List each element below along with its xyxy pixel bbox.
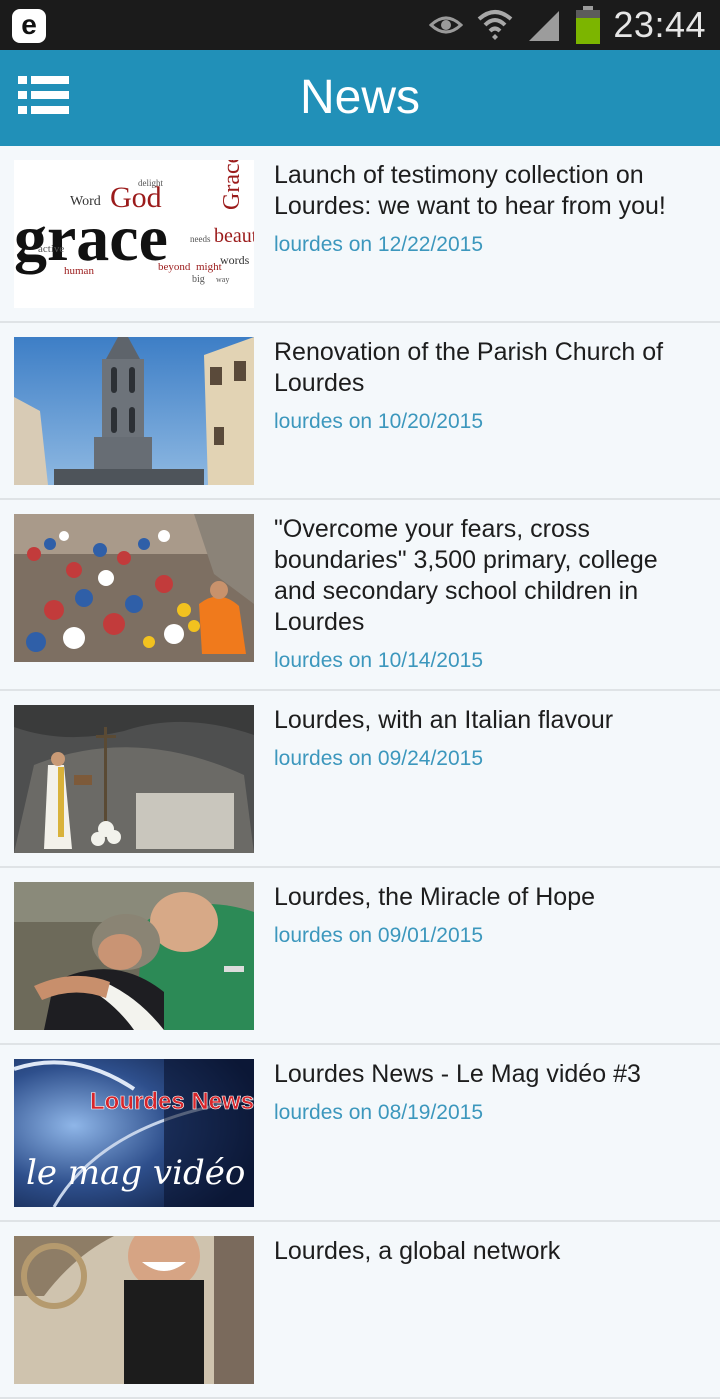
- video-subtitle-text: le mag vidéo: [26, 1153, 245, 1193]
- news-item[interactable]: Lourdes, the Miracle of Hope lourdes on …: [0, 868, 720, 1045]
- grotto-mass-image: [14, 705, 254, 853]
- news-title-text: Lourdes, the Miracle of Hope: [274, 883, 596, 911]
- news-title: Lourdes, a global network: [274, 1236, 700, 1275]
- news-item[interactable]: Renovation of the Parish Church of Lourd…: [0, 323, 720, 500]
- news-title-text: Lourdes, a global network: [274, 1237, 561, 1265]
- battery-icon: [576, 6, 601, 44]
- news-meta: lourdes on 08/19/2015: [274, 1101, 484, 1124]
- app-notification-icon: e: [12, 9, 46, 43]
- children-crowd-image: [14, 514, 254, 662]
- news-meta: lourdes on 10/20/2015: [274, 410, 484, 433]
- news-title: "Overcome your fears, cross boundaries" …: [274, 514, 700, 676]
- news-title: Launch of testimony collection on Lourde…: [274, 160, 700, 260]
- word-cloud-word: words: [220, 253, 250, 267]
- word-cloud-word: beaut: [214, 225, 254, 247]
- news-title-text: Launch of testimony collection on Lourde…: [274, 161, 666, 220]
- news-item[interactable]: Lourdes, with an Italian flavour lourdes…: [0, 691, 720, 868]
- news-thumbnail: [14, 514, 254, 662]
- news-thumbnail: Word God grace Grace beaut active human …: [14, 160, 254, 308]
- status-icons: 23:44: [415, 0, 706, 50]
- word-cloud-word: beyond: [158, 261, 191, 273]
- news-title: Lourdes, with an Italian flavour lourdes…: [274, 705, 700, 774]
- embrace-image: [14, 882, 254, 1030]
- news-item[interactable]: "Overcome your fears, cross boundaries" …: [0, 500, 720, 691]
- word-cloud-word: needs: [190, 234, 211, 244]
- word-cloud-word: human: [64, 265, 94, 277]
- word-cloud-word: active: [38, 243, 64, 255]
- news-thumbnail: [14, 337, 254, 485]
- word-cloud-word: might: [196, 261, 222, 273]
- news-title-text: "Overcome your fears, cross boundaries" …: [274, 515, 658, 636]
- news-meta: lourdes on 09/01/2015: [274, 924, 484, 947]
- news-thumbnail: [14, 882, 254, 1030]
- news-title: Lourdes, the Miracle of Hope lourdes on …: [274, 882, 700, 951]
- lourdes-news-video-image: Lourdes News le mag vidéo: [14, 1059, 254, 1207]
- word-cloud-word: Grace: [219, 160, 245, 210]
- news-meta: lourdes on 10/14/2015: [274, 649, 484, 672]
- news-item[interactable]: Word God grace Grace beaut active human …: [0, 146, 720, 323]
- word-cloud-word: way: [216, 275, 229, 284]
- news-list: Word God grace Grace beaut active human …: [0, 146, 720, 1399]
- menu-button[interactable]: [16, 72, 76, 124]
- news-item[interactable]: Lourdes, a global network: [0, 1222, 720, 1399]
- news-title: Lourdes News - Le Mag vidéo #3 lourdes o…: [274, 1059, 700, 1128]
- news-title-text: Renovation of the Parish Church of Lourd…: [274, 338, 664, 397]
- video-title-text: Lourdes News: [90, 1088, 254, 1115]
- news-title-text: Lourdes, with an Italian flavour: [274, 706, 614, 734]
- wifi-icon: [478, 10, 513, 40]
- grace-word-cloud-image: Word God grace Grace beaut active human …: [14, 160, 254, 308]
- global-network-image: [14, 1236, 254, 1384]
- status-bar: e 23:44: [0, 0, 720, 50]
- page-title: News: [299, 71, 421, 124]
- news-title-text: Lourdes News - Le Mag vidéo #3: [274, 1060, 641, 1088]
- news-title: Renovation of the Parish Church of Lourd…: [274, 337, 700, 437]
- news-meta: lourdes on 12/22/2015: [274, 233, 484, 256]
- news-thumbnail: [14, 1236, 254, 1384]
- news-meta: lourdes on 09/24/2015: [274, 747, 484, 770]
- news-item[interactable]: Lourdes News le mag vidéo Lourdes News -…: [0, 1045, 720, 1222]
- clock: 23:44: [613, 4, 706, 45]
- menu-list-icon: [18, 76, 69, 114]
- news-thumbnail: Lourdes News le mag vidéo: [14, 1059, 254, 1207]
- signal-icon: [529, 11, 560, 41]
- eye-icon: [429, 16, 464, 34]
- word-cloud-word: delight: [138, 178, 163, 188]
- app-bar: News: [0, 50, 720, 146]
- church-tower-image: [14, 337, 254, 485]
- news-thumbnail: [14, 705, 254, 853]
- word-cloud-word: big: [192, 274, 205, 285]
